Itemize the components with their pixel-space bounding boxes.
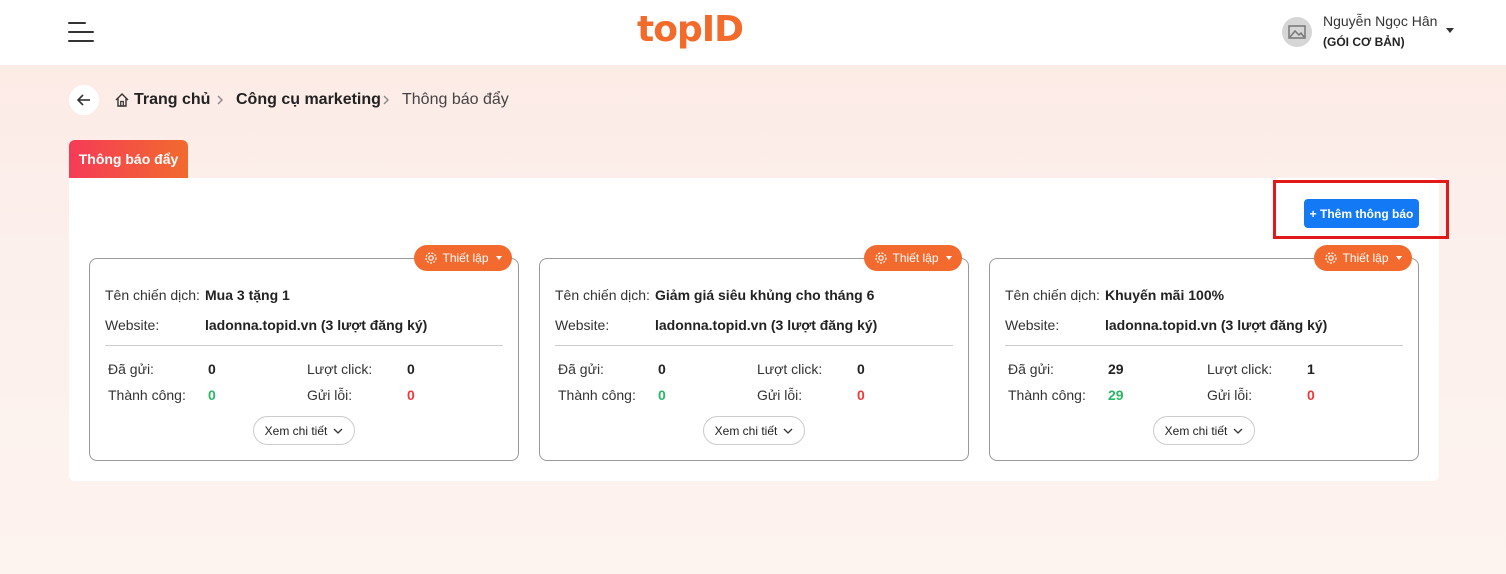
campaign-label: Tên chiến dịch: bbox=[555, 287, 650, 303]
errors-value: 0 bbox=[407, 387, 415, 403]
success-label: Thành công: bbox=[1008, 387, 1086, 403]
setup-button[interactable]: Thiết lập bbox=[414, 245, 512, 271]
clicks-value: 0 bbox=[407, 361, 415, 377]
website-value: ladonna.topid.vn (3 lượt đăng ký) bbox=[655, 317, 878, 333]
success-value: 0 bbox=[658, 387, 666, 403]
breadcrumb-home[interactable]: Trang chủ bbox=[114, 90, 210, 110]
clicks-value: 0 bbox=[857, 361, 865, 377]
sent-label: Đã gửi: bbox=[558, 361, 604, 377]
chevron-down-icon bbox=[783, 428, 793, 434]
divider bbox=[105, 345, 503, 346]
view-details-label: Xem chi tiết bbox=[1164, 423, 1228, 438]
errors-label: Gửi lỗi: bbox=[1207, 387, 1253, 403]
errors-label: Gửi lỗi: bbox=[757, 387, 803, 403]
view-details-button[interactable]: Xem chi tiết bbox=[703, 416, 805, 445]
clicks-value: 1 bbox=[1307, 361, 1315, 377]
campaign-name: Khuyến mãi 100% bbox=[1105, 287, 1225, 303]
success-label: Thành công: bbox=[558, 387, 636, 403]
caret-down-icon[interactable] bbox=[1446, 28, 1454, 33]
breadcrumb-current: Thông báo đẩy bbox=[402, 91, 509, 108]
chevron-down-icon bbox=[333, 428, 343, 434]
clicks-label: Lượt click: bbox=[307, 361, 373, 377]
website-value: ladonna.topid.vn (3 lượt đăng ký) bbox=[205, 317, 428, 333]
success-value: 0 bbox=[208, 387, 216, 403]
campaign-label: Tên chiến dịch: bbox=[1005, 287, 1100, 303]
setup-label: Thiết lập bbox=[892, 251, 939, 265]
view-details-button[interactable]: Xem chi tiết bbox=[253, 416, 355, 445]
caret-down-icon bbox=[945, 256, 952, 260]
errors-value: 0 bbox=[1307, 387, 1315, 403]
tab-push-notifications[interactable]: Thông báo đẩy bbox=[69, 140, 188, 178]
clicks-label: Lượt click: bbox=[1207, 361, 1273, 377]
user-name[interactable]: Nguyễn Ngọc Hân bbox=[1323, 13, 1437, 29]
breadcrumb-marketing[interactable]: Công cụ marketing bbox=[236, 90, 381, 110]
clicks-label: Lượt click: bbox=[757, 361, 823, 377]
chevron-down-icon bbox=[1233, 428, 1243, 434]
setup-button[interactable]: Thiết lập bbox=[864, 245, 962, 271]
gear-icon bbox=[875, 252, 888, 264]
caret-down-icon bbox=[495, 256, 502, 260]
website-label: Website: bbox=[1005, 317, 1060, 333]
campaign-card: Thiết lập Tên chiến dịch: Khuyến mãi 100… bbox=[989, 245, 1419, 461]
top-bar: topID Nguyễn Ngọc Hân (GÓI CƠ BẢN) bbox=[0, 0, 1506, 65]
caret-down-icon bbox=[1395, 256, 1402, 260]
back-button[interactable] bbox=[69, 85, 99, 115]
campaign-label: Tên chiến dịch: bbox=[105, 287, 200, 303]
website-label: Website: bbox=[105, 317, 160, 333]
success-value: 29 bbox=[1108, 387, 1124, 403]
divider bbox=[555, 345, 953, 346]
divider bbox=[1005, 345, 1403, 346]
gear-icon bbox=[425, 252, 438, 264]
home-icon bbox=[115, 93, 129, 107]
success-label: Thành công: bbox=[108, 387, 186, 403]
chevron-right-icon bbox=[383, 95, 389, 105]
add-notification-button[interactable]: + Thêm thông báo bbox=[1304, 199, 1419, 228]
website-value: ladonna.topid.vn (3 lượt đăng ký) bbox=[1105, 317, 1328, 333]
view-details-button[interactable]: Xem chi tiết bbox=[1153, 416, 1255, 445]
campaign-name: Giảm giá siêu khủng cho tháng 6 bbox=[655, 287, 875, 303]
logo[interactable]: topID bbox=[637, 6, 744, 54]
campaign-card: Thiết lập Tên chiến dịch: Mua 3 tặng 1 W… bbox=[89, 245, 519, 461]
view-details-label: Xem chi tiết bbox=[714, 423, 778, 438]
arrow-left-icon bbox=[76, 94, 90, 106]
chevron-right-icon bbox=[217, 95, 223, 105]
sent-value: 0 bbox=[658, 361, 666, 377]
campaign-card: Thiết lập Tên chiến dịch: Giảm giá siêu … bbox=[539, 245, 969, 461]
view-details-label: Xem chi tiết bbox=[264, 423, 328, 438]
setup-label: Thiết lập bbox=[442, 251, 489, 265]
campaign-name: Mua 3 tặng 1 bbox=[205, 287, 290, 303]
hamburger-menu-icon[interactable] bbox=[68, 20, 96, 44]
avatar[interactable] bbox=[1282, 17, 1312, 47]
sent-value: 0 bbox=[208, 361, 216, 377]
errors-value: 0 bbox=[857, 387, 865, 403]
sent-label: Đã gửi: bbox=[108, 361, 154, 377]
breadcrumb-home-label: Trang chủ bbox=[134, 91, 211, 108]
user-plan: (GÓI CƠ BẢN) bbox=[1323, 35, 1405, 49]
website-label: Website: bbox=[555, 317, 610, 333]
gear-icon bbox=[1325, 252, 1338, 264]
errors-label: Gửi lỗi: bbox=[307, 387, 353, 403]
sent-value: 29 bbox=[1108, 361, 1124, 377]
setup-label: Thiết lập bbox=[1342, 251, 1389, 265]
setup-button[interactable]: Thiết lập bbox=[1314, 245, 1412, 271]
sent-label: Đã gửi: bbox=[1008, 361, 1054, 377]
